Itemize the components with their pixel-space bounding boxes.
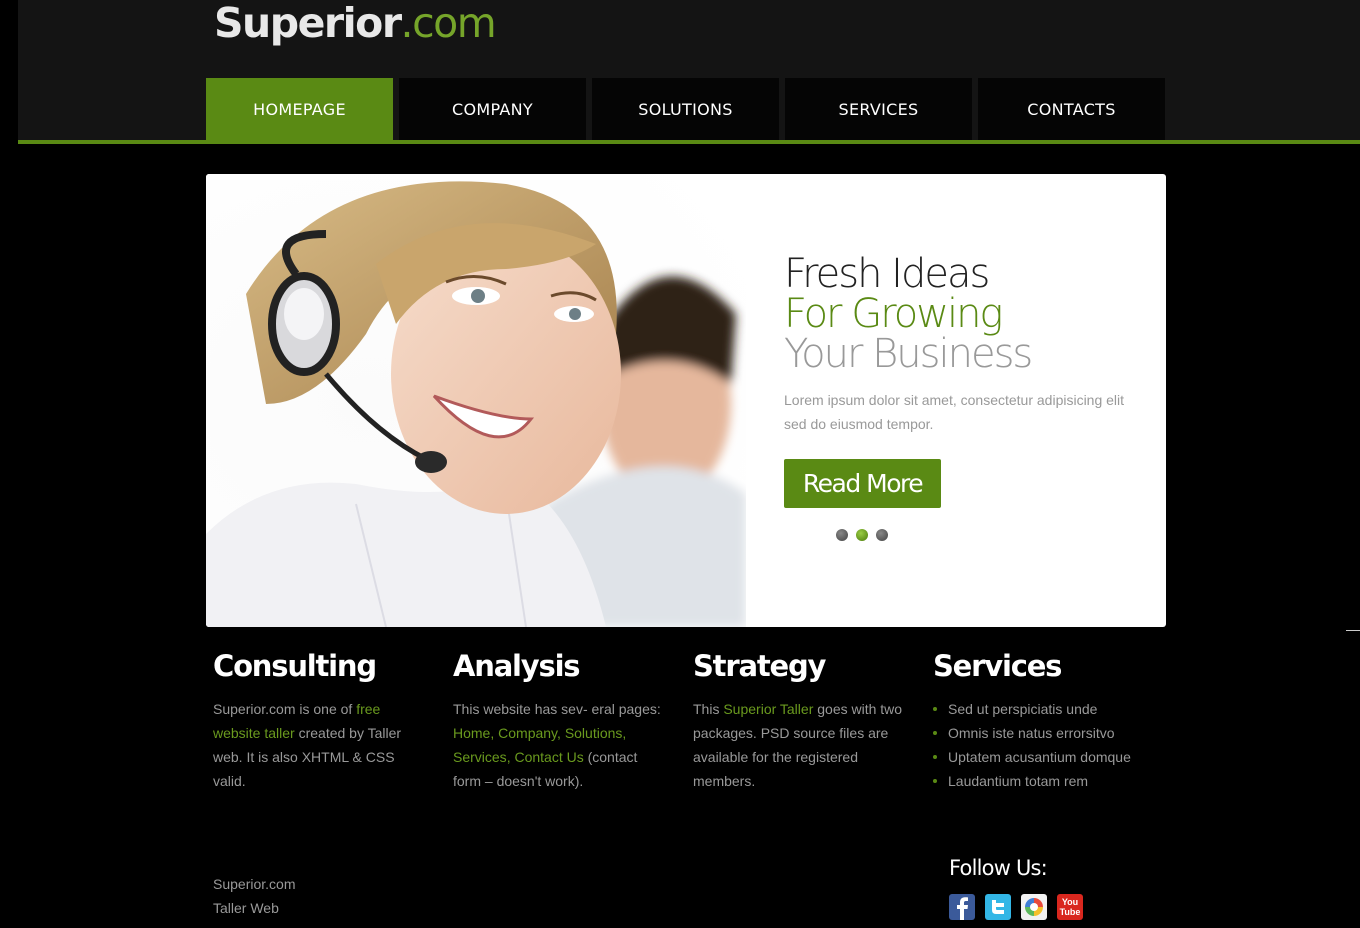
analysis-title: Analysis <box>453 649 581 683</box>
services-list: Sed ut perspiciatis unde Omnis iste natu… <box>933 697 1163 793</box>
company-link[interactable]: Company <box>498 725 557 741</box>
follow-us-label: Follow Us: <box>949 856 1048 880</box>
youtube-icon-text-top: You <box>1061 896 1079 907</box>
link-separator: , <box>622 725 627 741</box>
slider-dot-1[interactable] <box>836 529 848 541</box>
logo-main-text: Superior <box>214 0 402 47</box>
nav-services[interactable]: SERVICES <box>785 78 972 140</box>
footer-taller-web[interactable]: Taller Web <box>213 896 295 920</box>
link-separator: , <box>557 725 565 741</box>
services-list-item: Uptatem acusantium domque <box>933 745 1163 769</box>
scroll-marker <box>1346 630 1360 631</box>
footer-info: Superior.com Taller Web <box>213 872 295 920</box>
services-column: Services Sed ut perspiciatis unde Omnis … <box>933 646 1163 793</box>
youtube-icon-text-bottom: Tube <box>1059 906 1081 917</box>
main-nav: HOMEPAGE COMPANY SOLUTIONS SERVICES CONT… <box>206 78 1165 140</box>
strategy-text: This Superior Taller goes with two packa… <box>693 697 903 793</box>
slider-dot-3[interactable] <box>876 529 888 541</box>
strategy-title: Strategy <box>693 649 826 683</box>
strategy-text-part: This <box>693 701 724 717</box>
contact-us-link[interactable]: Contact Us <box>514 749 583 765</box>
solutions-link[interactable]: Solutions <box>565 725 623 741</box>
hero-title-line2: For Growing <box>784 291 1003 337</box>
picasa-icon[interactable] <box>1021 894 1047 920</box>
footer-site-name[interactable]: Superior.com <box>213 872 295 896</box>
analysis-text-part: This website has sev- eral pages: <box>453 701 661 717</box>
link-separator: , <box>490 725 499 741</box>
hero-slider: Fresh Ideas For Growing Your Business Lo… <box>206 174 1166 627</box>
hero-photo <box>206 174 746 627</box>
slider-dot-2[interactable] <box>856 529 868 541</box>
services-title: Services <box>933 649 1062 683</box>
twitter-icon[interactable] <box>985 894 1011 920</box>
nav-contacts[interactable]: CONTACTS <box>978 78 1165 140</box>
hero-title-line1: Fresh Ideas <box>784 251 990 297</box>
youtube-icon[interactable]: You Tube <box>1057 894 1083 920</box>
services-link[interactable]: Services <box>453 749 507 765</box>
analysis-column: Analysis This website has sev- eral page… <box>453 646 663 793</box>
nav-solutions[interactable]: SOLUTIONS <box>592 78 779 140</box>
consulting-column: Consulting Superior.com is one of free w… <box>213 646 423 793</box>
hero-description: Lorem ipsum dolor sit amet, consectetur … <box>784 392 1125 432</box>
social-links: You Tube <box>949 894 1083 920</box>
services-list-item: Omnis iste natus errorsitvo <box>933 721 1163 745</box>
read-more-button[interactable]: Read More <box>784 459 941 508</box>
nav-homepage[interactable]: HOMEPAGE <box>206 78 393 140</box>
hero-title-line3: Your Business <box>784 331 1033 377</box>
site-logo[interactable]: Superior.com <box>214 0 497 47</box>
strategy-column: Strategy This Superior Taller goes with … <box>693 646 903 793</box>
nav-company[interactable]: COMPANY <box>399 78 586 140</box>
header-accent-line <box>18 140 1360 144</box>
consulting-text: Superior.com is one of free website tall… <box>213 697 423 793</box>
services-list-item: Laudantium totam rem <box>933 769 1163 793</box>
home-link[interactable]: Home <box>453 725 490 741</box>
analysis-text: This website has sev- eral pages: Home, … <box>453 697 663 793</box>
services-list-item: Sed ut perspiciatis unde <box>933 697 1163 721</box>
logo-suffix-text: .com <box>400 0 497 47</box>
facebook-icon[interactable] <box>949 894 975 920</box>
hero-title: Fresh Ideas For Growing Your Business <box>784 251 1033 377</box>
superior-taller-link[interactable]: Superior Taller <box>723 701 813 717</box>
slider-pagination <box>836 529 888 541</box>
consulting-text-part: Superior.com is one of <box>213 701 357 717</box>
consulting-title: Consulting <box>213 649 377 683</box>
